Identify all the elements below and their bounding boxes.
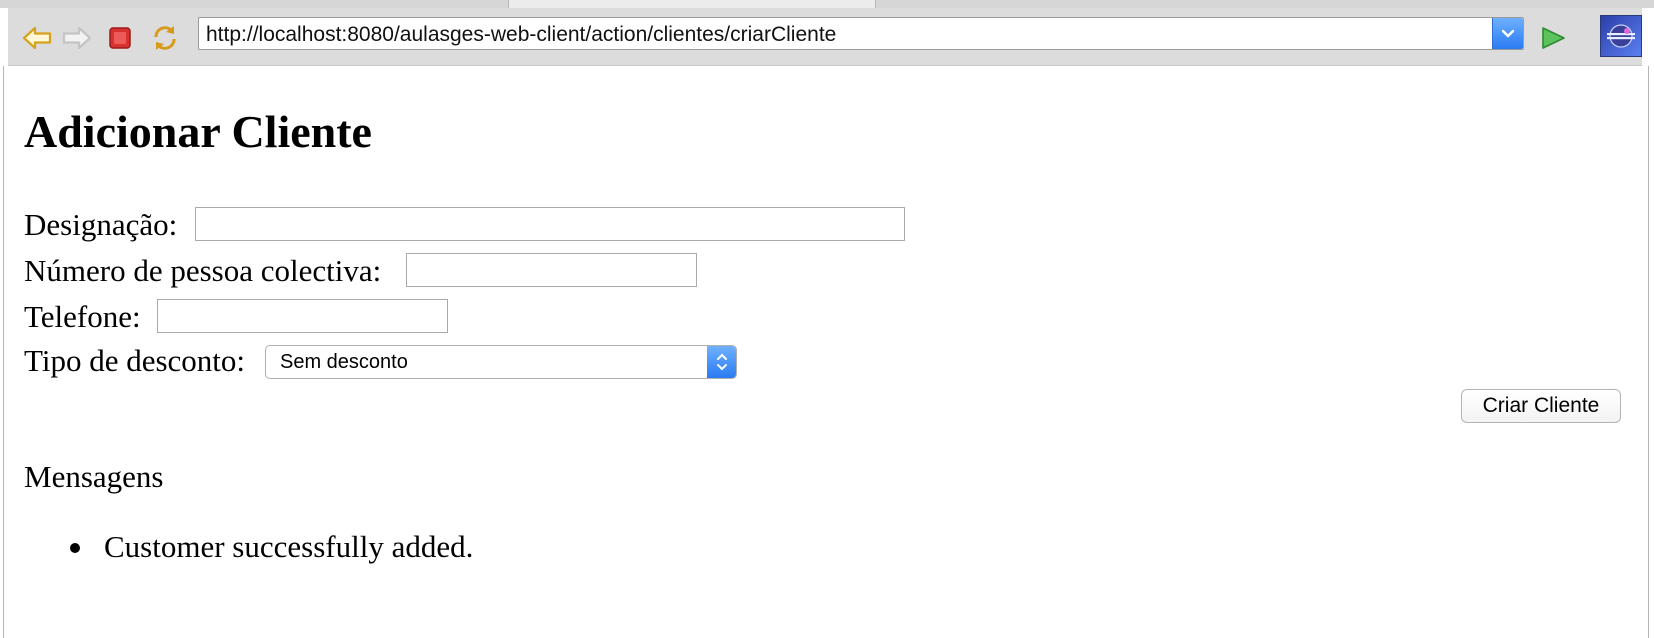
forward-button[interactable] <box>60 21 94 55</box>
up-down-chevron-icon <box>716 353 727 371</box>
back-arrow-icon <box>22 26 52 50</box>
designacao-field[interactable] <box>195 207 905 241</box>
stop-icon <box>109 27 131 49</box>
tab-strip <box>0 0 1654 8</box>
list-item: Customer successfully added. <box>70 529 473 565</box>
address-bar[interactable]: http://localhost:8080/aulasges-web-clien… <box>198 17 1524 50</box>
criar-cliente-button[interactable]: Criar Cliente <box>1461 389 1621 423</box>
back-button[interactable] <box>20 21 54 55</box>
url-text[interactable]: http://localhost:8080/aulasges-web-clien… <box>206 23 836 47</box>
browser-toolbar: http://localhost:8080/aulasges-web-clien… <box>8 8 1642 66</box>
go-play-icon <box>1542 27 1565 49</box>
desconto-select[interactable]: Sem desconto <box>265 345 737 379</box>
stop-button[interactable] <box>103 21 137 55</box>
designacao-label: Designação: <box>24 207 178 242</box>
url-history-dropdown[interactable] <box>1492 18 1523 49</box>
telefone-field[interactable] <box>157 299 448 333</box>
chevron-down-icon <box>1501 29 1515 38</box>
messages-list: Customer successfully added. <box>70 529 473 565</box>
refresh-button[interactable] <box>148 21 182 55</box>
desconto-selected-value: Sem desconto <box>280 351 408 373</box>
page-title: Adicionar Cliente <box>24 106 372 157</box>
desconto-label: Tipo de desconto: <box>24 343 246 378</box>
go-button[interactable] <box>1536 21 1570 55</box>
npc-field[interactable] <box>406 253 697 287</box>
messages-heading: Mensagens <box>24 459 164 494</box>
eclipse-button[interactable] <box>1600 15 1642 57</box>
eclipse-icon <box>1607 24 1635 48</box>
active-tab[interactable] <box>508 0 876 8</box>
refresh-icon <box>154 26 176 50</box>
message-text: Customer successfully added. <box>104 529 474 564</box>
npc-label: Número de pessoa colectiva: <box>24 253 382 288</box>
bullet-icon <box>70 543 80 553</box>
forward-arrow-icon <box>62 26 92 50</box>
telefone-label: Telefone: <box>24 299 141 334</box>
select-arrows[interactable] <box>707 346 736 378</box>
